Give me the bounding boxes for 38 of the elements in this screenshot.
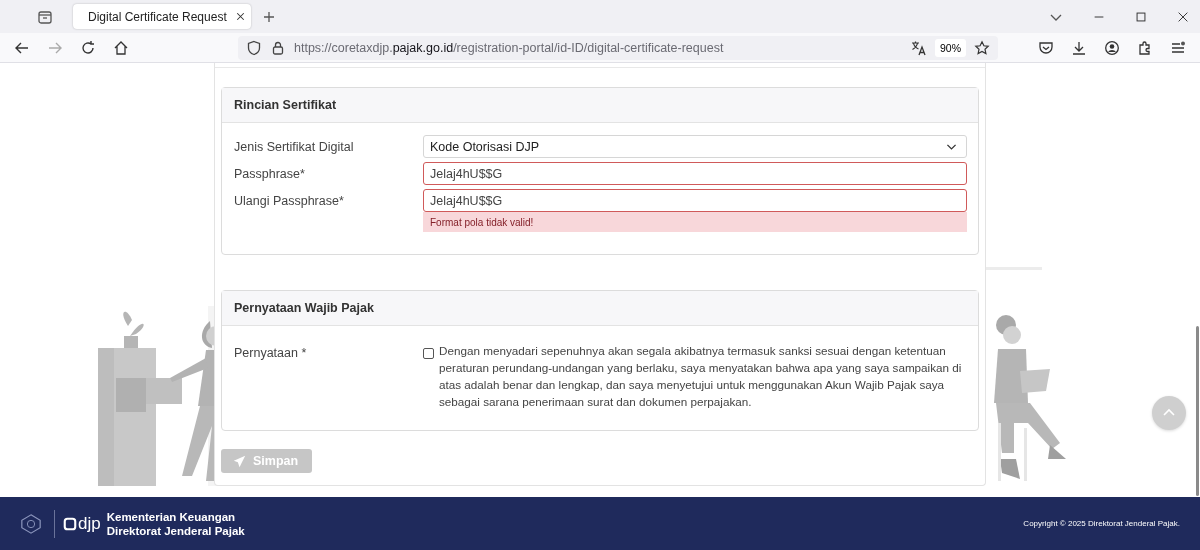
tab-list-icon[interactable] [37, 8, 53, 25]
passphrase-field[interactable]: Jelaj4hU$$G [423, 189, 967, 212]
translate-icon[interactable] [911, 39, 927, 56]
organization-name: Direktorat Jenderal Pajak [106, 523, 245, 538]
reload-icon[interactable] [80, 39, 96, 56]
pocket-icon[interactable] [1038, 39, 1054, 56]
checkbox[interactable] [423, 348, 434, 359]
download-icon[interactable] [1071, 39, 1087, 56]
extensions-icon[interactable] [1137, 39, 1153, 56]
star-icon[interactable] [974, 39, 990, 56]
section-title: Pernyataan Wajib Pajak [222, 291, 978, 326]
error-message: Format pola tidak valid! [423, 212, 967, 232]
statement-text: Dengan menyadari sepenuhnya akan segala akibatnya termasuk sanksi sesuai dengan ketentuan peraturan perundang-undangan yang berlaku, saya menyatakan bahwa apa yang saya sampaikan di atas adalah benar dan lengkap, dan saya menyetujui untuk menggunakan Akun Wajib Pajak saya sebagai sarana penerimaan surat dan dokumen perpajakan. [439, 343, 963, 410]
organization-name: Kementerian Keuangan [106, 509, 237, 524]
section-title: Rincian Sertifikat [222, 88, 978, 123]
tab-title: Digital Certificate Request [88, 9, 227, 24]
menu-icon[interactable] [1170, 39, 1186, 56]
shield-icon[interactable] [246, 39, 262, 56]
logo-text: djp [78, 513, 101, 534]
certificate-type-select[interactable]: Kode Otorisasi DJP [423, 135, 967, 158]
address-bar[interactable]: https://coretaxdjp.pajak.go.id/registration-portal/id-ID/digital-certificate-request 90% [238, 35, 998, 60]
copyright-text: Copyright © 2025 Direktorat Jenderal Pajak. [1023, 519, 1180, 528]
maximize-icon[interactable] [1134, 9, 1148, 24]
browser-tab[interactable]: Digital Certificate Request [73, 4, 251, 29]
field-label: Ulangi Passphrase* [234, 193, 345, 208]
url-text: https://coretaxdjp.pajak.go.id/registration-portal/id-ID/digital-certificate-request [294, 40, 725, 55]
field-label: Pernyataan * [234, 346, 308, 360]
passphrase-field[interactable]: Jelaj4hU$$G [423, 162, 967, 185]
home-icon[interactable] [113, 39, 129, 56]
logo-icon [63, 516, 77, 531]
emblem-icon [20, 512, 42, 535]
account-icon[interactable] [1104, 39, 1120, 56]
scrollbar[interactable] [1196, 326, 1199, 496]
field-label: Passphrase* [234, 166, 306, 181]
zoom-level[interactable]: 90% [935, 38, 966, 57]
send-icon [233, 454, 246, 468]
lock-icon[interactable] [270, 39, 286, 56]
field-label: Jenis Sertifikat Digital [234, 139, 355, 154]
